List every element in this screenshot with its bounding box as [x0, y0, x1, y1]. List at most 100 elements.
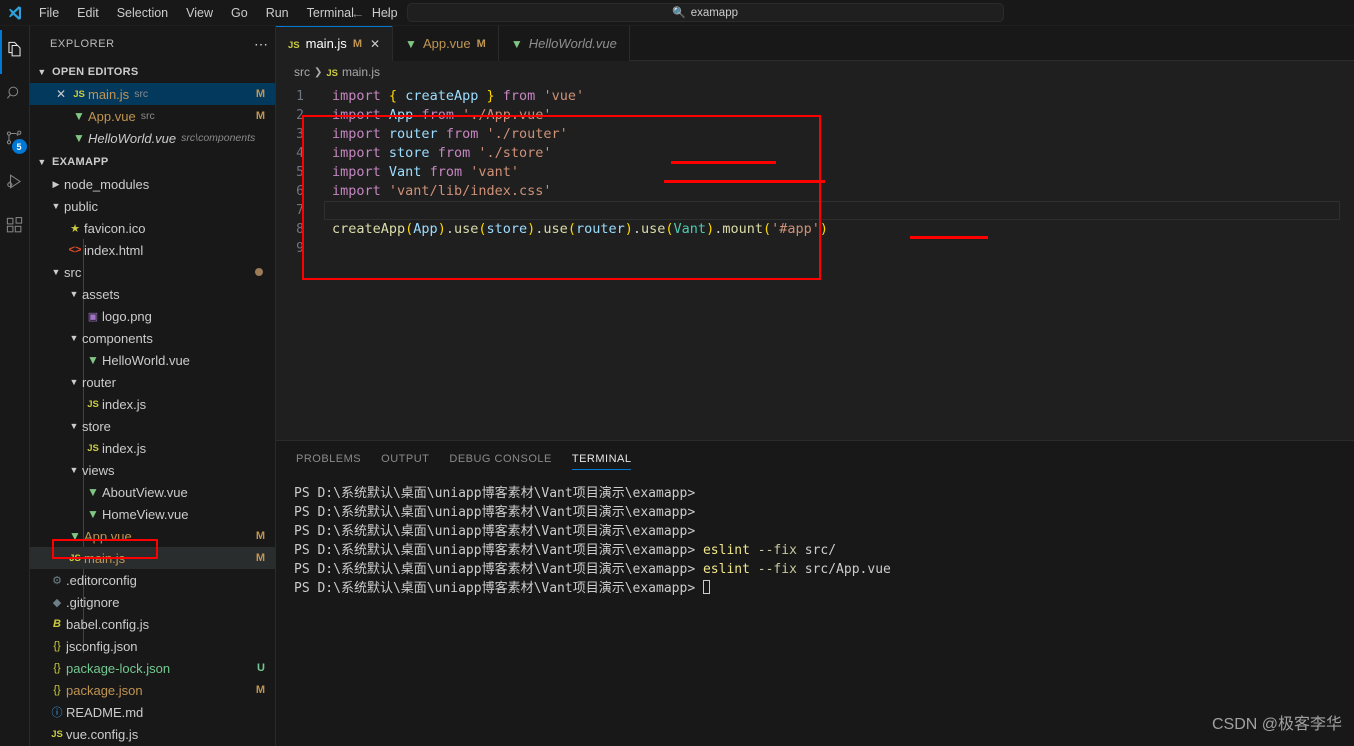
terminal-output[interactable]: PS D:\系统默认\桌面\uniapp博客素材\Vant项目演示\examap… — [276, 476, 1354, 746]
line-number: 3 — [296, 127, 304, 142]
source-control-badge: 5 — [11, 139, 27, 154]
tree-item-src[interactable]: ▼ src — [30, 261, 275, 283]
gutter-marker — [314, 87, 322, 106]
close-icon[interactable]: ✕ — [370, 37, 380, 51]
tree-item-readme-md[interactable]: ⓘ README.md — [30, 701, 275, 723]
terminal-prompt: PS D:\系统默认\桌面\uniapp博客素材\Vant项目演示\examap… — [294, 581, 696, 596]
tab-app-vue[interactable]: ▼ App.vue M — [393, 26, 499, 61]
status-badge: M — [255, 110, 265, 122]
tab-problems[interactable]: PROBLEMS — [296, 441, 361, 476]
tab-bar-filler — [629, 26, 1354, 61]
project-label: EXAMAPP — [52, 156, 109, 168]
code-line: 9 — [276, 239, 1354, 258]
html-icon: <> — [68, 244, 82, 256]
tree-item-package-lock-json[interactable]: {} package-lock.json U — [30, 657, 275, 679]
tree-item-main-js[interactable]: JS main.js M — [30, 547, 275, 569]
tree-item-index-html[interactable]: <> index.html — [30, 239, 275, 261]
status-badge: M — [255, 88, 265, 100]
tree-item-views[interactable]: ▼ views — [30, 459, 275, 481]
tab-debug-console[interactable]: DEBUG CONSOLE — [449, 441, 551, 476]
tree-item-label: HomeView.vue — [102, 506, 189, 522]
chevron-down-icon: ▼ — [37, 157, 47, 167]
section-project-examapp[interactable]: ▼ EXAMAPP — [30, 151, 275, 173]
tree-item-jsconfig-json[interactable]: {} jsconfig.json — [30, 635, 275, 657]
close-icon[interactable]: ✕ — [52, 87, 70, 101]
info-icon: ⓘ — [51, 707, 63, 719]
tree-item-label: index.html — [84, 242, 144, 258]
activity-item-search[interactable] — [0, 74, 30, 118]
arrow-right-icon[interactable]: → — [379, 6, 393, 20]
breadcrumb-folder[interactable]: src — [294, 65, 310, 79]
menu-view[interactable]: View — [177, 3, 222, 23]
tree-item-label: README.md — [66, 704, 144, 720]
activity-item-explorer[interactable] — [0, 30, 30, 74]
open-editor-helloworld-vue[interactable]: ▼ HelloWorld.vue src\components — [30, 127, 275, 149]
menu-selection[interactable]: Selection — [108, 3, 177, 23]
panel-tabs: PROBLEMS OUTPUT DEBUG CONSOLE TERMINAL — [276, 441, 1354, 476]
tree-item-store[interactable]: ▼ store — [30, 415, 275, 437]
tree-item-label: jsconfig.json — [66, 638, 138, 654]
open-editor-main-js[interactable]: ✕ JS main.js src M — [30, 83, 275, 105]
tree-item-label: components — [82, 330, 153, 346]
code-line: 4 import store from './store' — [276, 144, 1354, 163]
file-tree: ▶ node_modules ▼ public ★ favicon.ico <>… — [30, 173, 275, 745]
tab-output[interactable]: OUTPUT — [381, 441, 429, 476]
tree-item-package-json[interactable]: {} package.json M — [30, 679, 275, 701]
terminal-line: PS D:\系统默认\桌面\uniapp博客素材\Vant项目演示\examap… — [294, 541, 1354, 560]
tree-item-store-index-js[interactable]: JS index.js — [30, 437, 275, 459]
tree-item-favicon-ico[interactable]: ★ favicon.ico — [30, 217, 275, 239]
menu-edit[interactable]: Edit — [68, 3, 108, 23]
open-editor-app-vue[interactable]: ▼ App.vue src M — [30, 105, 275, 127]
tree-item-node_modules[interactable]: ▶ node_modules — [30, 173, 275, 195]
tree-item-assets[interactable]: ▼ assets — [30, 283, 275, 305]
tree-item-babel-config-js[interactable]: B babel.config.js — [30, 613, 275, 635]
code-line: 2 import App from './App.vue' — [276, 106, 1354, 125]
tree-item-logo-png[interactable]: ▣ logo.png — [30, 305, 275, 327]
tree-item-vue-config-js[interactable]: JS vue.config.js — [30, 723, 275, 745]
tab-main-js[interactable]: JS main.js M ✕ — [276, 26, 394, 61]
vue-icon: ▼ — [405, 37, 417, 51]
tree-item-label: router — [82, 374, 116, 390]
section-open-editors[interactable]: ▼ OPEN EDITORS — [30, 61, 275, 83]
menu-go[interactable]: Go — [222, 3, 257, 23]
tree-item-editorconfig[interactable]: ⚙ .editorconfig — [30, 569, 275, 591]
chevron-down-icon: ▼ — [51, 267, 61, 277]
command-center-input[interactable]: 🔍 examapp — [406, 3, 1004, 22]
tree-item-label: src — [64, 264, 82, 280]
title-bar: File Edit Selection View Go Run Terminal… — [0, 0, 1354, 26]
js-icon: JS — [73, 88, 85, 100]
tab-terminal[interactable]: TERMINAL — [571, 441, 632, 476]
arrow-left-icon[interactable]: ← — [351, 6, 365, 20]
chevron-down-icon: ▼ — [37, 67, 47, 77]
terminal-line: PS D:\系统默认\桌面\uniapp博客素材\Vant项目演示\examap… — [294, 560, 1354, 579]
tab-label: App.vue — [422, 36, 471, 51]
tree-item-public[interactable]: ▼ public — [30, 195, 275, 217]
activity-item-run-and-debug[interactable] — [0, 162, 30, 206]
open-editor-path: src — [140, 110, 155, 122]
tree-item-label: index.js — [102, 396, 147, 412]
ellipsis-icon[interactable]: ⋯ — [254, 37, 269, 51]
extensions-icon — [5, 216, 24, 240]
terminal-command: eslint — [702, 543, 750, 558]
menu-run[interactable]: Run — [257, 3, 298, 23]
tree-item-homeview-vue[interactable]: ▼ HomeView.vue — [30, 503, 275, 525]
tree-item-aboutview-vue[interactable]: ▼ AboutView.vue — [30, 481, 275, 503]
vue-icon: ▼ — [510, 37, 523, 51]
tab-helloworld-vue[interactable]: ▼ HelloWorld.vue — [498, 26, 630, 61]
activity-item-extensions[interactable] — [0, 206, 30, 250]
open-editor-path: src\components — [181, 132, 256, 144]
activity-item-source-control[interactable]: 5 — [0, 118, 30, 162]
tree-item-router[interactable]: ▼ router — [30, 371, 275, 393]
menu-file[interactable]: File — [30, 3, 68, 23]
terminal-prompt: PS D:\系统默认\桌面\uniapp博客素材\Vant项目演示\examap… — [294, 524, 696, 539]
tree-item-helloworld-vue[interactable]: ▼ HelloWorld.vue — [30, 349, 275, 371]
code-editor[interactable]: 1 import { createApp } from 'vue' 2 impo… — [276, 83, 1354, 440]
tree-item-router-index-js[interactable]: JS index.js — [30, 393, 275, 415]
breadcrumb-file[interactable]: main.js — [342, 65, 380, 79]
tree-item-gitignore[interactable]: ◆ .gitignore — [30, 591, 275, 613]
tree-item-app-vue[interactable]: ▼ App.vue M — [30, 525, 275, 547]
tree-item-label: main.js — [84, 550, 126, 566]
terminal-cursor — [702, 580, 710, 594]
tree-item-components[interactable]: ▼ components — [30, 327, 275, 349]
chevron-right-icon: ▶ — [52, 178, 60, 189]
